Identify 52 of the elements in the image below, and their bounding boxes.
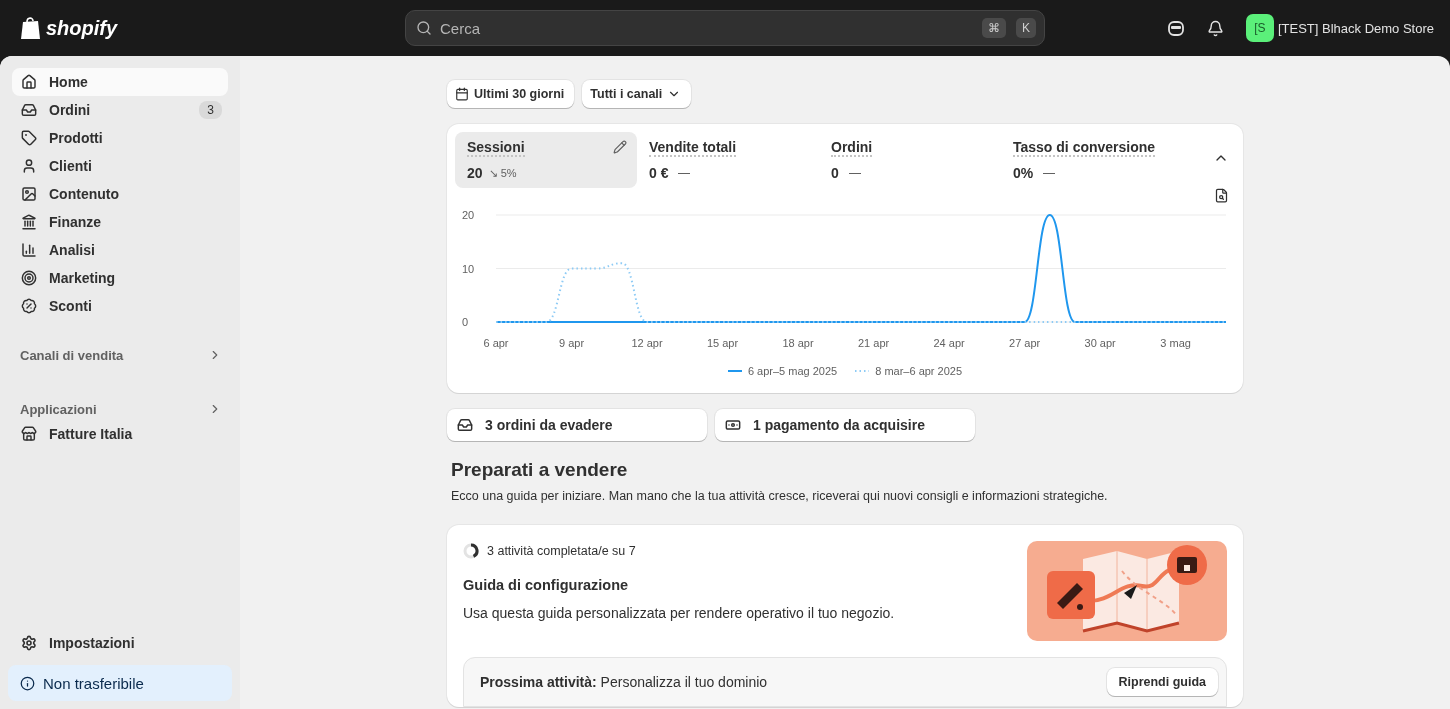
- axis-label: 30 apr: [1084, 337, 1116, 349]
- nav-item[interactable]: Prodotti: [12, 124, 228, 152]
- axis-label: 3 mag: [1160, 337, 1191, 349]
- next-task-text: Prossima attività: Personalizza il tuo dominio: [480, 674, 768, 690]
- nav-item[interactable]: Sconti: [12, 292, 228, 320]
- axis-label: 10: [462, 262, 475, 275]
- shortcut-key: ⌘: [982, 18, 1006, 38]
- nav-item[interactable]: Clienti: [12, 152, 228, 180]
- nav-item[interactable]: Fatture Italia: [12, 420, 228, 448]
- count-badge: 3: [199, 101, 222, 119]
- intro-text: Ecco una guida per iniziare. Man mano che la tua attività cresce, riceverai qui nuovi consigli e informazioni strategiche.: [451, 489, 1109, 503]
- store-menu[interactable]: [S [TEST] Blhack Demo Store: [1245, 14, 1434, 42]
- nav-item[interactable]: Home: [12, 68, 228, 96]
- nav-item[interactable]: Marketing: [12, 264, 228, 292]
- legend-item: 6 apr–5 mag 2025: [727, 365, 838, 377]
- nav-item[interactable]: Finanze: [12, 208, 228, 236]
- shortcut-key: K: [1016, 18, 1036, 38]
- nav-item[interactable]: Contenuto: [12, 180, 228, 208]
- axis-label: 0: [462, 316, 469, 328]
- search-input[interactable]: Cerca: [438, 18, 972, 38]
- axis-label: 21 apr: [858, 337, 890, 349]
- section-title: Preparati a vendere: [451, 459, 629, 481]
- metric-tab[interactable]: Ordini 0: [819, 132, 1001, 188]
- axis-label: 6 apr: [483, 337, 509, 349]
- axis-label: 27 apr: [1009, 337, 1041, 349]
- legend-item: 8 mar–6 apr 2025: [855, 365, 963, 377]
- card-text: Usa questa guida personalizzata per rendere operativo il tuo negozio.: [463, 605, 895, 621]
- axis-label: 24 apr: [933, 337, 965, 349]
- logo-text: shopify: [46, 16, 118, 40]
- axis-label: 18 apr: [782, 337, 814, 349]
- nav-item[interactable]: Ordini 3: [12, 96, 228, 124]
- axis-label: 15 apr: [706, 337, 739, 349]
- nav-item[interactable]: Impostazioni: [12, 629, 228, 657]
- filter-button[interactable]: Ultimi 30 giorni: [447, 80, 575, 108]
- task-button[interactable]: 1 pagamento da acquisire: [715, 409, 975, 441]
- progress-text: 3 attività completata/e su 7: [487, 544, 636, 558]
- axis-label: 12 apr: [631, 337, 663, 349]
- section-header[interactable]: Applicazioni: [12, 398, 228, 420]
- search-field[interactable]: Cerca ⌘ K: [405, 10, 1045, 46]
- section-header[interactable]: Canali di vendita: [12, 344, 228, 366]
- nav-item[interactable]: Analisi: [12, 236, 228, 264]
- axis-label: 20: [462, 209, 475, 221]
- metric-tab[interactable]: Vendite totali 0 €: [637, 132, 819, 188]
- store-avatar: [S: [1245, 14, 1274, 42]
- axis-label: 9 apr: [559, 337, 585, 349]
- metric-tab[interactable]: Sessioni 20 ↘ 5%: [455, 132, 637, 188]
- resume-guide-button[interactable]: Riprendi guida: [1106, 668, 1218, 696]
- notice-banner: Non trasferibile: [8, 665, 232, 701]
- card-title: Guida di configurazione: [463, 577, 630, 593]
- filter-button[interactable]: Tutti i canali: [582, 80, 692, 108]
- task-button[interactable]: 3 ordini da evadere: [447, 409, 707, 441]
- metric-tab[interactable]: Tasso di conversione 0%: [1001, 132, 1183, 188]
